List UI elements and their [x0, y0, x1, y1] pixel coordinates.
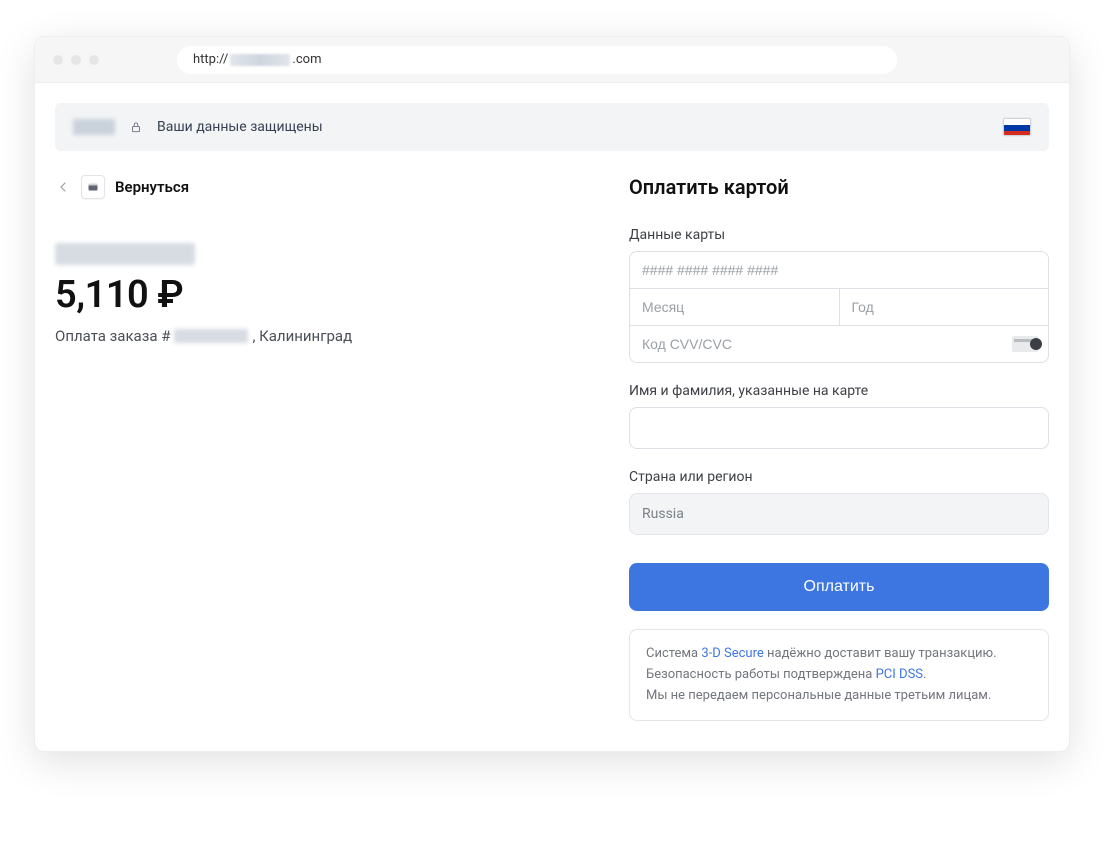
security-line1-a: Система [646, 646, 701, 661]
merchant-badge-icon [81, 175, 105, 199]
order-description: Оплата заказа # , Калининград [55, 327, 589, 345]
protected-text: Ваши данные защищены [157, 119, 323, 135]
link-3dsecure[interactable]: 3-D Secure [701, 646, 763, 661]
card-cvv-input[interactable] [630, 326, 1012, 362]
order-summary-panel: Вернуться 5,110 ₽ Оплата заказа # , Кали… [55, 169, 589, 721]
page-content: Ваши данные защищены Вернуться [35, 83, 1069, 751]
url-bar[interactable]: http:// .com [177, 46, 897, 74]
window-minimize-dot[interactable] [71, 55, 81, 65]
card-input-group [629, 251, 1049, 363]
link-pcidss[interactable]: PCI DSS [876, 667, 923, 682]
merchant-name-redacted [55, 243, 195, 265]
security-topbar: Ваши данные защищены [55, 103, 1049, 151]
url-domain-redacted [230, 54, 290, 66]
browser-toolbar: http:// .com [35, 37, 1069, 83]
payment-title: Оплатить картой [629, 175, 1049, 199]
security-notice: Система 3-D Secure надёжно доставит вашу… [629, 629, 1049, 721]
security-line1-b: надёжно доставит вашу транзакцию. [764, 646, 997, 661]
window-zoom-dot[interactable] [89, 55, 99, 65]
cvv-hint-icon [1012, 336, 1038, 352]
order-amount: 5,110 ₽ [55, 273, 589, 317]
arrow-left-icon [55, 179, 71, 195]
main-content: Вернуться 5,110 ₽ Оплата заказа # , Кали… [35, 151, 1069, 751]
country-value: Russia [642, 506, 684, 522]
back-label: Вернуться [115, 178, 189, 196]
cardholder-name-input[interactable] [629, 407, 1049, 449]
url-prefix: http:// [193, 52, 228, 67]
card-number-input[interactable] [630, 252, 1048, 288]
card-data-label: Данные карты [629, 227, 1049, 243]
url-suffix: .com [292, 52, 321, 67]
order-desc-suffix: , Калининград [252, 327, 352, 345]
payment-form-panel: Оплатить картой Данные карты Имя [629, 169, 1049, 721]
security-line2-a: Безопасность работы подтверждена [646, 667, 876, 682]
country-label: Страна или регион [629, 469, 1049, 485]
country-select[interactable]: Russia [629, 493, 1049, 535]
pay-button[interactable]: Оплатить [629, 563, 1049, 611]
order-desc-prefix: Оплата заказа # [55, 327, 170, 345]
cardholder-name-label: Имя и фамилия, указанные на карте [629, 383, 1049, 399]
back-button[interactable]: Вернуться [55, 175, 589, 199]
brand-logo-redacted [73, 119, 115, 135]
card-month-input[interactable] [630, 289, 840, 325]
order-id-redacted [174, 329, 248, 343]
russia-flag-icon[interactable] [1003, 118, 1031, 136]
security-line2-b: . [923, 667, 926, 682]
window-close-dot[interactable] [53, 55, 63, 65]
card-year-input[interactable] [840, 289, 1049, 325]
browser-window: http:// .com Ваши данные защищены [34, 36, 1070, 752]
lock-icon [129, 120, 143, 134]
security-line3: Мы не передаем персональные данные треть… [646, 686, 1032, 707]
